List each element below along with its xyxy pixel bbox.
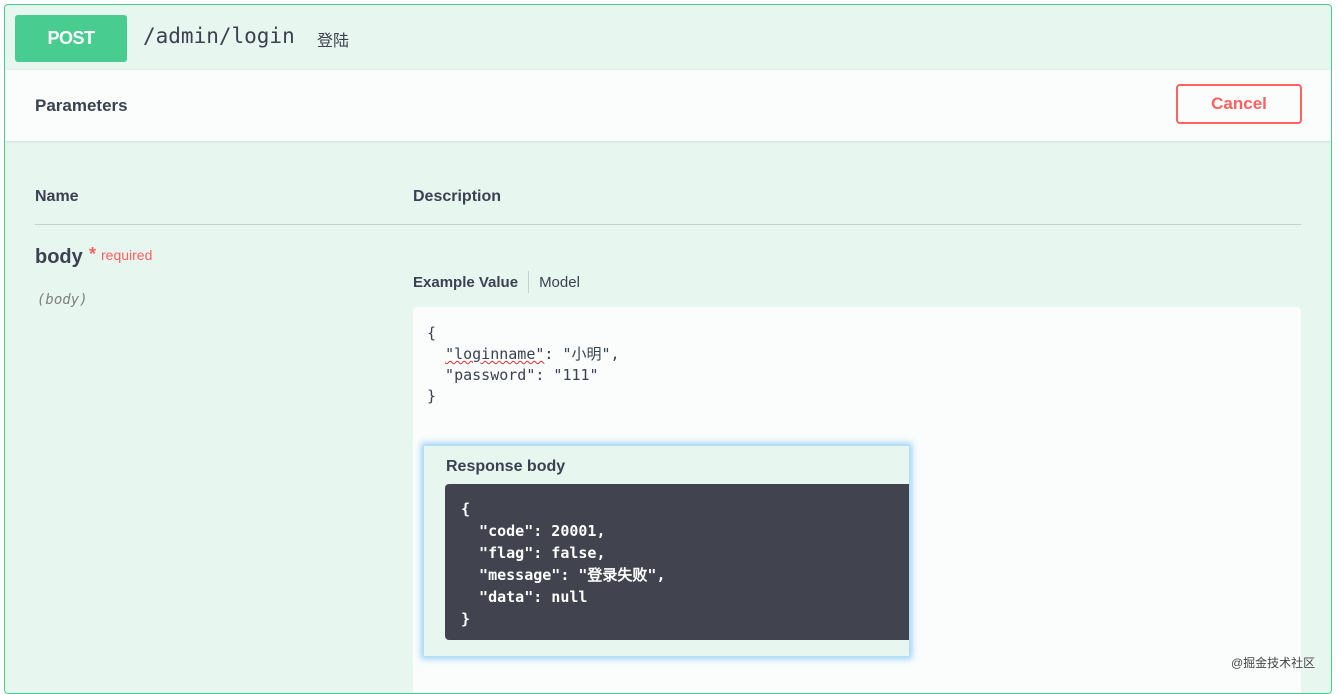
response-body-title: Response body	[446, 458, 566, 475]
header-divider	[35, 224, 1301, 225]
cancel-button[interactable]: Cancel	[1176, 84, 1302, 124]
operation-block: POST /admin/login 登陆 Parameters Cancel N…	[4, 4, 1332, 694]
body-loginname-value: : "小明",	[544, 345, 620, 363]
required-indicator: * required	[89, 244, 152, 265]
required-label: required	[101, 247, 153, 263]
description-column-header: Description	[413, 188, 502, 205]
response-body-popover: Response body { "code": 20001, "flag": f…	[423, 445, 910, 657]
response-body-box: { "code": 20001, "flag": false, "message…	[445, 484, 909, 640]
name-column-header: Name	[35, 188, 79, 205]
parameters-title: Parameters	[35, 96, 128, 115]
tab-model[interactable]: Model	[539, 274, 580, 291]
body-open-brace: {	[427, 324, 437, 342]
example-tabs: Example Value Model	[413, 271, 580, 293]
tab-divider	[528, 271, 530, 293]
method-badge: POST	[15, 15, 127, 62]
param-location: (body)	[37, 292, 88, 308]
body-password-line: "password": "111"	[427, 366, 599, 384]
body-close-brace: }	[427, 387, 437, 405]
body-loginname-key: "loginname"	[445, 345, 545, 363]
operation-description: 登陆	[317, 33, 350, 50]
param-name: body	[35, 246, 83, 268]
required-star: *	[89, 244, 97, 264]
tab-example-value[interactable]: Example Value	[413, 274, 518, 291]
operation-path: /admin/login	[143, 24, 295, 48]
parameters-header: Parameters Cancel	[5, 69, 1331, 141]
body-example-code[interactable]: { "loginname": "小明", "password": "111" }	[427, 323, 620, 407]
watermark: @掘金技术社区	[1231, 656, 1316, 670]
operation-summary[interactable]: POST /admin/login 登陆	[5, 5, 1331, 70]
response-body-code[interactable]: { "code": 20001, "flag": false, "message…	[461, 498, 666, 630]
